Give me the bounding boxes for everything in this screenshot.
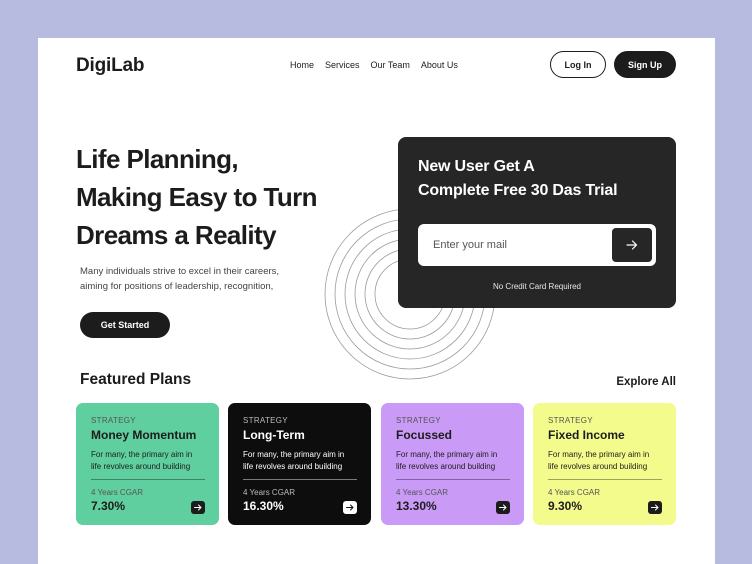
trial-heading: New User Get A Complete Free 30 Das Tria… — [418, 155, 618, 203]
hero-title: Life Planning, Making Easy to Turn Dream… — [76, 140, 366, 254]
plan-card-money-momentum[interactable]: STRATEGY Money Momentum For many, the pr… — [76, 403, 219, 525]
trial-heading-line: New User Get A — [418, 158, 535, 175]
plan-meta: 4 Years CGAR — [243, 488, 296, 497]
hero-description: Many individuals strive to excel in thei… — [80, 264, 330, 294]
plan-description-line: life revolves around building — [396, 462, 496, 471]
plan-description-line: For many, the primary aim in — [548, 450, 650, 459]
plan-tag: STRATEGY — [548, 416, 593, 425]
plan-description: For many, the primary aim in life revolv… — [548, 449, 662, 473]
arrow-right-icon — [651, 504, 659, 511]
plan-name: Fixed Income — [548, 428, 625, 442]
plan-name: Money Momentum — [91, 428, 197, 442]
nav-services[interactable]: Services — [325, 60, 360, 70]
plan-name: Focussed — [396, 428, 453, 442]
plan-description-line: For many, the primary aim in — [243, 450, 345, 459]
trial-note: No Credit Card Required — [492, 282, 582, 291]
plan-meta: 4 Years CGAR — [396, 488, 449, 497]
plan-divider — [396, 479, 510, 480]
logo[interactable]: DigiLab — [76, 55, 144, 77]
main-nav: Home Services Our Team About Us — [290, 60, 458, 70]
featured-plans-title: Featured Plans — [80, 371, 192, 388]
landing-page: DigiLab Home Services Our Team About Us … — [38, 38, 715, 564]
email-submit-button[interactable] — [612, 228, 652, 262]
plan-divider — [548, 479, 662, 480]
plan-open-button[interactable] — [191, 501, 205, 514]
arrow-right-icon — [499, 504, 507, 511]
plan-open-button[interactable] — [343, 501, 357, 514]
nav-our-team[interactable]: Our Team — [371, 60, 410, 70]
plan-description: For many, the primary aim in life revolv… — [91, 449, 205, 473]
plan-description-line: life revolves around building — [243, 462, 343, 471]
free-trial-card: New User Get A Complete Free 30 Das Tria… — [398, 137, 676, 308]
get-started-button[interactable]: Get Started — [80, 312, 170, 338]
plan-rate: 9.30% — [548, 499, 583, 513]
plan-description-line: life revolves around building — [548, 462, 648, 471]
plan-rate: 7.30% — [91, 499, 126, 513]
email-input[interactable] — [433, 239, 603, 251]
plan-meta: 4 Years CGAR — [548, 488, 601, 497]
plan-name: Long-Term — [243, 428, 305, 442]
plan-meta: 4 Years CGAR — [91, 488, 144, 497]
plan-open-button[interactable] — [648, 501, 662, 514]
arrow-right-icon — [346, 504, 354, 511]
plan-card-focussed[interactable]: STRATEGY Focussed For many, the primary … — [381, 403, 524, 525]
signup-button[interactable]: Sign Up — [614, 51, 676, 78]
plan-open-button[interactable] — [496, 501, 510, 514]
plan-description-line: For many, the primary aim in — [396, 450, 498, 459]
plan-description: For many, the primary aim in life revolv… — [396, 449, 510, 473]
plan-description-line: For many, the primary aim in — [91, 450, 193, 459]
hero-title-line: Life Planning, — [76, 144, 239, 174]
plan-tag: STRATEGY — [243, 416, 288, 425]
plan-description-line: life revolves around building — [91, 462, 191, 471]
plan-rate: 13.30% — [396, 499, 437, 513]
nav-about-us[interactable]: About Us — [421, 60, 458, 70]
trial-heading-line: Complete Free 30 Das Trial — [418, 182, 618, 199]
hero-title-line: Making Easy to Turn — [76, 182, 318, 212]
arrow-right-icon — [626, 240, 638, 250]
plan-card-long-term[interactable]: STRATEGY Long-Term For many, the primary… — [228, 403, 371, 525]
plan-description: For many, the primary aim in life revolv… — [243, 449, 357, 473]
plan-divider — [243, 479, 357, 480]
plan-rate: 16.30% — [243, 499, 284, 513]
nav-home[interactable]: Home — [290, 60, 314, 70]
explore-all-link[interactable]: Explore All — [616, 376, 676, 388]
hero-description-line: aiming for positions of leadership, reco… — [80, 281, 274, 292]
hero-title-line: Dreams a Reality — [76, 220, 277, 250]
email-field-container — [418, 224, 656, 266]
arrow-right-icon — [194, 504, 202, 511]
hero-description-line: Many individuals strive to excel in thei… — [80, 266, 280, 277]
plan-tag: STRATEGY — [91, 416, 136, 425]
plan-divider — [91, 479, 205, 480]
plan-tag: STRATEGY — [396, 416, 441, 425]
plan-card-fixed-income[interactable]: STRATEGY Fixed Income For many, the prim… — [533, 403, 676, 525]
login-button[interactable]: Log In — [550, 51, 606, 78]
